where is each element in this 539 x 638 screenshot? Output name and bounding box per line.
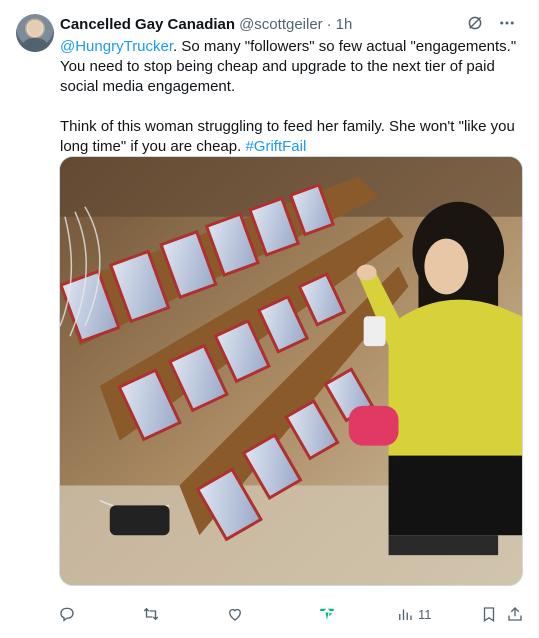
tweet-header: Cancelled Gay Canadian @scottgeiler · 1h xyxy=(60,14,522,36)
phone-farm-photo xyxy=(60,157,522,585)
retweet-icon xyxy=(143,607,159,621)
timestamp[interactable]: 1h xyxy=(336,15,353,35)
avatar-face xyxy=(28,20,42,36)
retweet-button[interactable] xyxy=(142,600,164,628)
bookmark-button[interactable] xyxy=(480,600,498,628)
reply-button[interactable] xyxy=(58,600,80,628)
share-button[interactable] xyxy=(506,600,524,628)
more-options-icon[interactable] xyxy=(498,14,516,32)
tweet-card[interactable]: Cancelled Gay Canadian @scottgeiler · 1h… xyxy=(0,0,539,638)
tweet-paragraph-2: Think of this woman struggling to feed h… xyxy=(60,117,522,157)
share-icon xyxy=(508,607,522,621)
avatar[interactable] xyxy=(16,14,54,52)
views-count: 11 xyxy=(418,606,432,622)
mention-link[interactable]: @HungryTrucker xyxy=(60,38,173,55)
tweet-paragraph-1: @HungryTrucker. So many "followers" so f… xyxy=(60,37,522,97)
like-icon xyxy=(229,608,241,621)
grok-icon[interactable] xyxy=(466,14,484,32)
tweet-actions: 11 xyxy=(56,600,528,628)
reply-icon xyxy=(60,607,74,622)
hashtag-link[interactable]: #GriftFail xyxy=(245,138,306,155)
bookmark-icon xyxy=(483,607,495,623)
like-button[interactable] xyxy=(226,600,248,628)
separator-dot: · xyxy=(326,16,332,33)
views-icon xyxy=(399,609,412,620)
tweet-photo[interactable] xyxy=(59,156,523,586)
grok-analyze-icon xyxy=(320,608,334,620)
views-button[interactable]: 11 xyxy=(396,600,432,628)
avatar-body xyxy=(21,38,49,52)
header-actions xyxy=(466,14,516,32)
grok-analyze-button[interactable] xyxy=(318,600,336,628)
author-name[interactable]: Cancelled Gay Canadian xyxy=(60,15,235,35)
author-handle[interactable]: @scottgeiler xyxy=(239,15,323,35)
